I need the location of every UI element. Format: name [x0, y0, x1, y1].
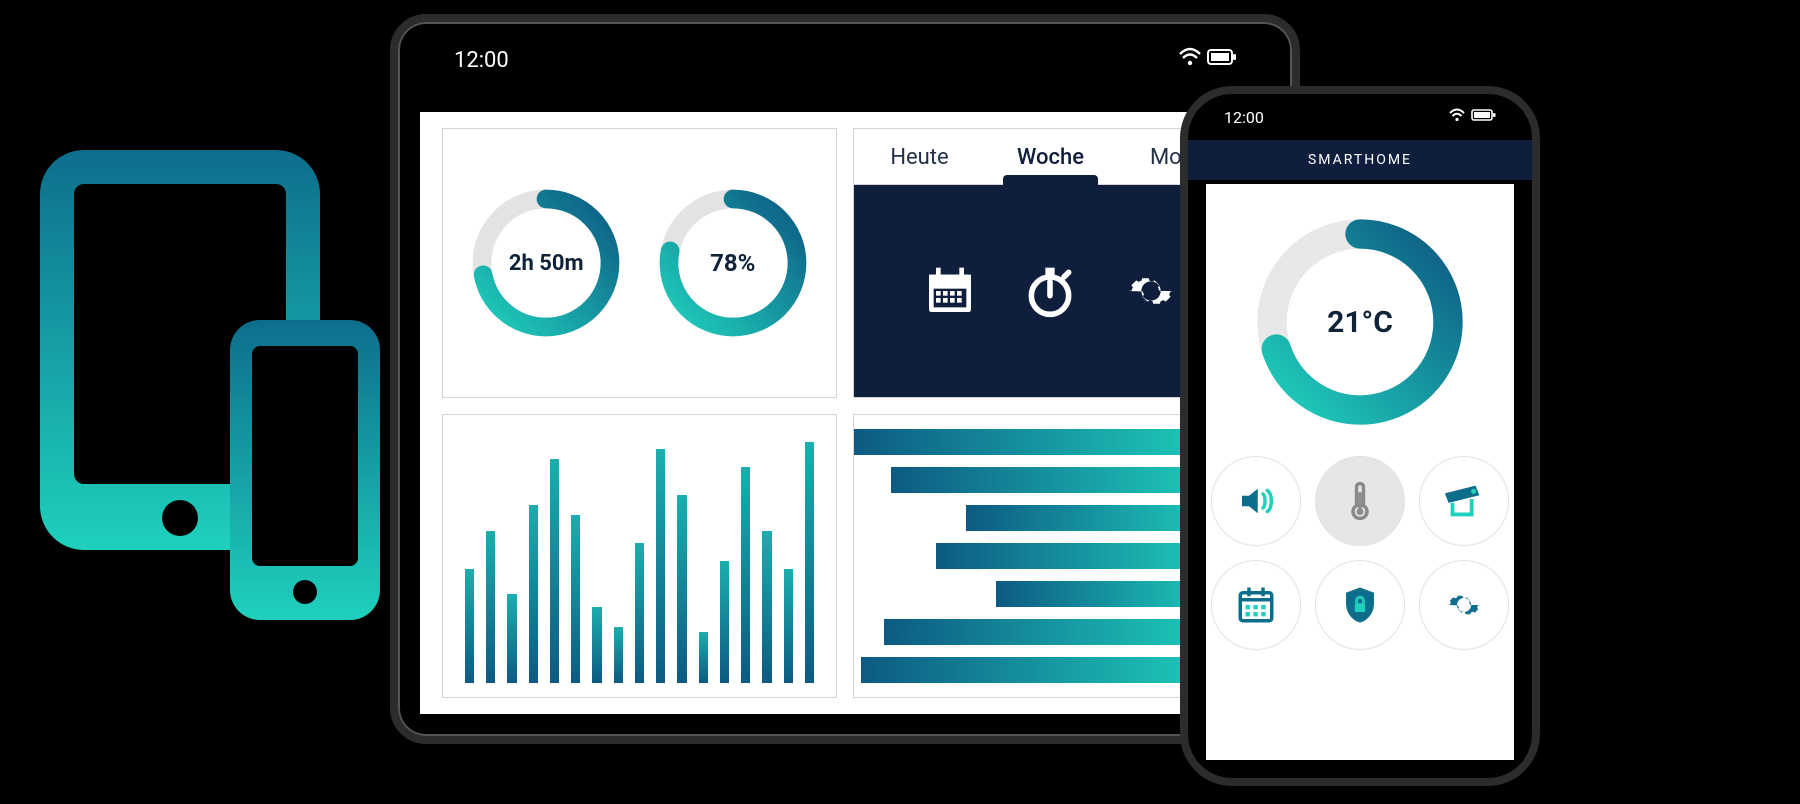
- camera-button[interactable]: [1419, 456, 1509, 546]
- bar: [592, 607, 601, 683]
- calendar-icon[interactable]: [922, 263, 978, 319]
- security-button[interactable]: [1315, 560, 1405, 650]
- temperature-gauge: 21°C: [1250, 212, 1470, 432]
- thermometer-icon: [1339, 480, 1381, 522]
- percent-value: 78%: [653, 183, 813, 343]
- stopwatch-icon[interactable]: [1022, 263, 1078, 319]
- bar: [635, 543, 644, 683]
- bar: [762, 531, 771, 683]
- tablet-device: 12:00: [390, 14, 1300, 744]
- hbar: [854, 429, 1227, 455]
- tablet-dashboard: 2h 50m 78% Heute Woche Monat: [420, 112, 1270, 714]
- phone-icon-grid: [1211, 456, 1509, 650]
- calendar-icon: [1235, 584, 1277, 626]
- duration-value: 2h 50m: [466, 183, 626, 343]
- bar: [741, 467, 750, 683]
- speaker-icon: [1235, 480, 1277, 522]
- phone-status-bar: 12:00: [1188, 94, 1532, 140]
- bar: [720, 561, 729, 683]
- bar: [529, 505, 538, 683]
- bar: [571, 515, 580, 683]
- temperature-button[interactable]: [1315, 456, 1405, 546]
- bar: [805, 442, 814, 683]
- gear-icon[interactable]: [1122, 262, 1180, 320]
- bar: [465, 569, 474, 683]
- tab-woche[interactable]: Woche: [985, 129, 1116, 184]
- duration-gauge: 2h 50m: [466, 183, 626, 343]
- phone-dashboard: 21°C: [1206, 184, 1514, 760]
- gauges-card: 2h 50m 78%: [442, 128, 837, 398]
- devices-icon: [30, 140, 390, 660]
- hbar: [891, 467, 1227, 493]
- phone-status-icons: [1448, 107, 1496, 127]
- bar: [656, 449, 665, 683]
- settings-button[interactable]: [1419, 560, 1509, 650]
- bar: [550, 459, 559, 683]
- temperature-value: 21°C: [1250, 212, 1470, 432]
- tablet-status-bar: 12:00: [398, 22, 1292, 98]
- bar-chart: [442, 414, 837, 698]
- bar: [784, 569, 793, 683]
- camera-icon: [1441, 478, 1487, 524]
- sound-button[interactable]: [1211, 456, 1301, 546]
- bar: [507, 594, 516, 683]
- hbar: [861, 657, 1227, 683]
- phone-device: 12:00 SMARTHOME 21: [1180, 86, 1540, 786]
- phone-time: 12:00: [1224, 108, 1264, 127]
- phone-app-title: SMARTHOME: [1188, 140, 1532, 180]
- percent-gauge: 78%: [653, 183, 813, 343]
- shield-lock-icon: [1339, 584, 1381, 626]
- hbar: [884, 619, 1227, 645]
- calendar-button[interactable]: [1211, 560, 1301, 650]
- gear-icon: [1443, 584, 1485, 626]
- bar: [486, 531, 495, 683]
- tablet-time: 12:00: [454, 48, 509, 73]
- tab-heute[interactable]: Heute: [854, 129, 985, 184]
- bar: [699, 632, 708, 683]
- status-icons: [1178, 46, 1236, 74]
- bar: [614, 627, 623, 683]
- bar: [677, 495, 686, 683]
